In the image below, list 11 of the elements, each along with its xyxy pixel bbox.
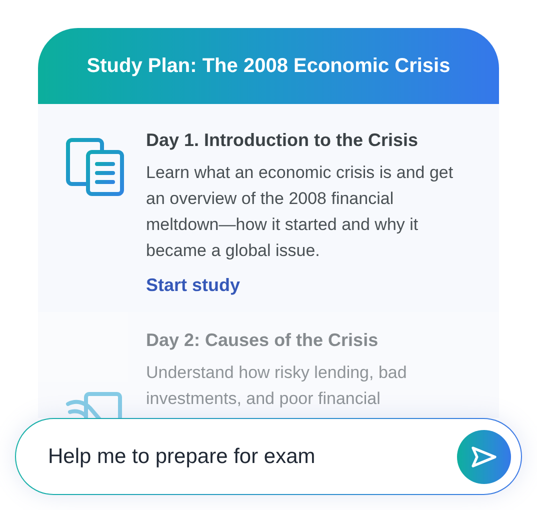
send-button[interactable] bbox=[457, 430, 511, 484]
chat-field[interactable]: Help me to prepare for exam bbox=[15, 418, 522, 495]
day-title: Day 2: Causes of the Crisis bbox=[146, 329, 380, 352]
day-description: Understand how risky lending, bad investments, and poor financial bbox=[146, 362, 408, 410]
start-study-link[interactable]: Start study bbox=[146, 272, 240, 298]
chat-input[interactable]: Help me to prepare for exam bbox=[48, 440, 457, 472]
send-icon bbox=[471, 446, 497, 468]
card-title: Study Plan: The 2008 Economic Crisis bbox=[86, 54, 450, 79]
documents-icon bbox=[64, 136, 126, 198]
day-title: Day 1. Introduction to the Crisis bbox=[146, 129, 420, 152]
day-description: Learn what an economic crisis is and get an overview of the 2008 financial meltdown—how it started and why it became a global issue. bbox=[146, 162, 454, 262]
